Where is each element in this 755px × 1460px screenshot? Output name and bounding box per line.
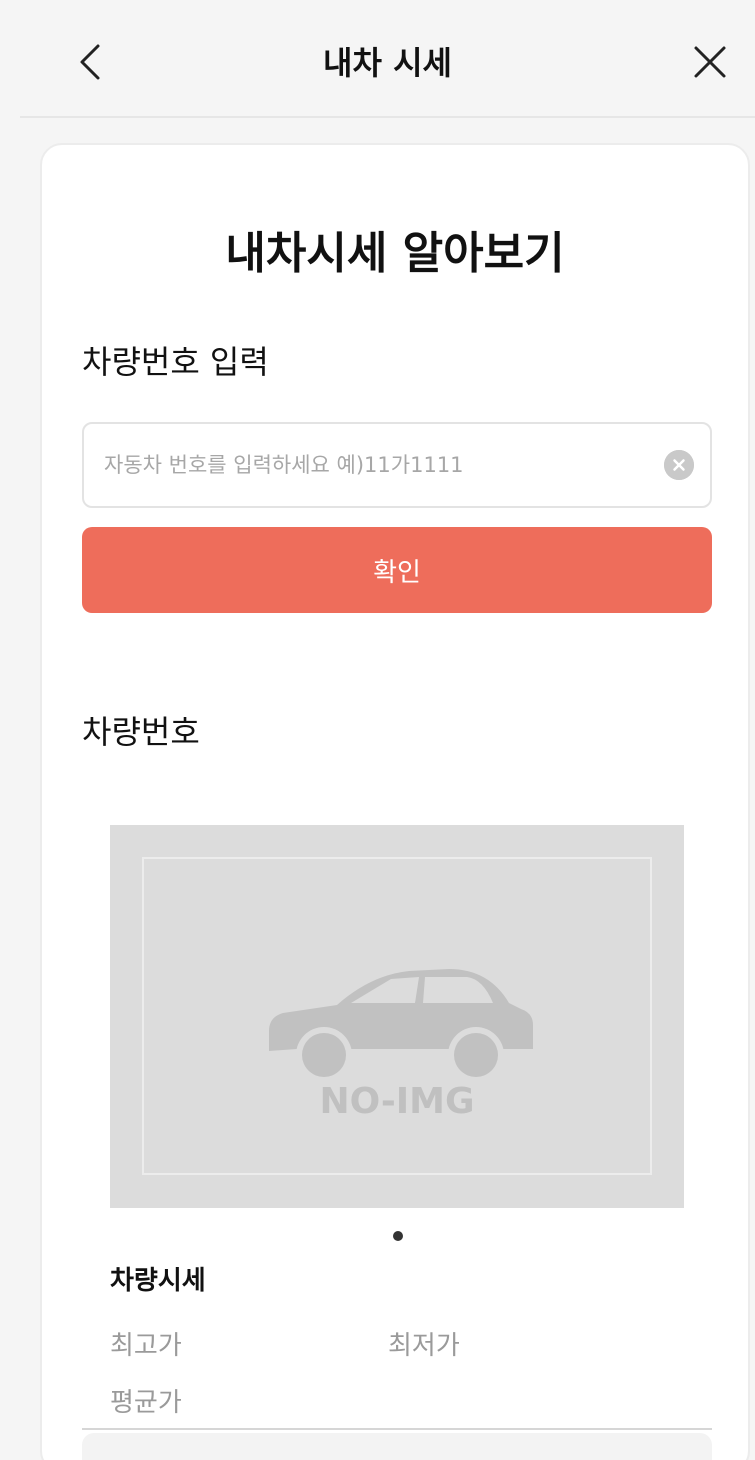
vehicle-image-placeholder: NO-IMG (110, 825, 684, 1208)
bottom-panel (82, 1433, 712, 1460)
plate-number-input[interactable] (104, 424, 644, 506)
image-frame: NO-IMG (142, 857, 652, 1175)
min-price-label: 최저가 (388, 1331, 460, 1361)
plate-input-label: 차량번호 입력 (82, 343, 269, 381)
avg-price-label: 평균가 (110, 1388, 182, 1418)
close-button[interactable] (680, 32, 740, 92)
confirm-button[interactable]: 확인 (82, 527, 712, 613)
clear-input-button[interactable] (664, 450, 694, 480)
divider (82, 1428, 712, 1430)
price-lookup-card: 내차시세 알아보기 차량번호 입력 확인 차량번호 NO-IMG (40, 143, 750, 1460)
car-icon (269, 969, 533, 1083)
carousel-dot[interactable] (393, 1231, 403, 1241)
clear-circle-icon (664, 450, 694, 480)
price-section-title: 차량시세 (110, 1266, 206, 1296)
close-icon (694, 46, 726, 78)
no-image-text: NO-IMG (319, 1081, 475, 1122)
max-price-label: 최고가 (110, 1331, 182, 1361)
top-app-bar: 내차 시세 (20, 0, 755, 118)
result-plate-label: 차량번호 (82, 713, 200, 751)
plate-number-field (82, 422, 712, 508)
page-title: 내차시세 알아보기 (225, 228, 565, 279)
header-title: 내차 시세 (323, 44, 452, 82)
